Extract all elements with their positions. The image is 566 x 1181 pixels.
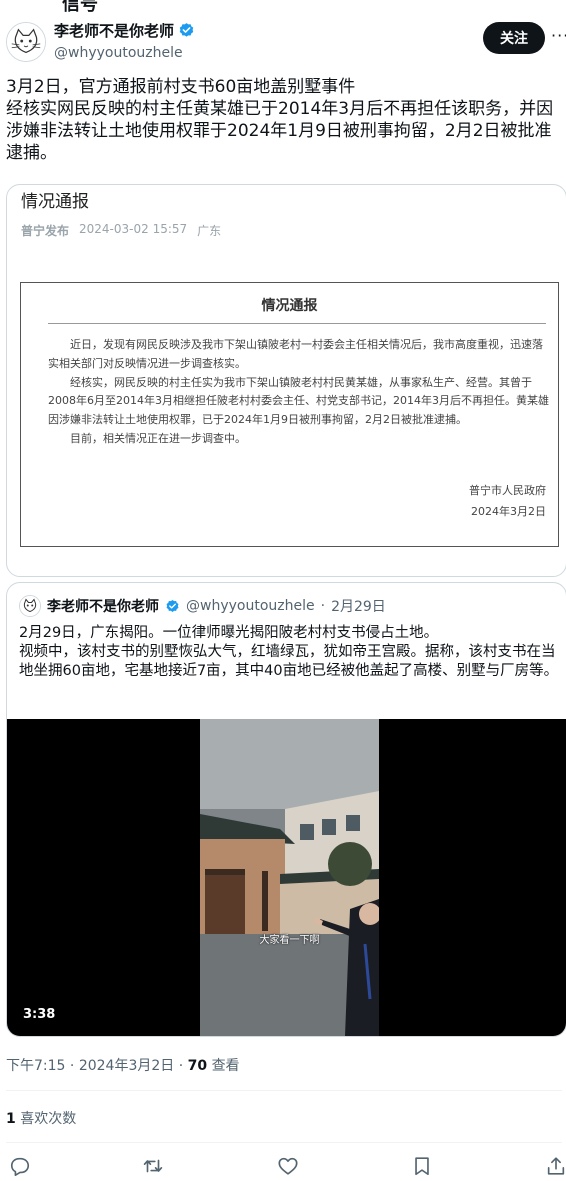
quoted-tweet[interactable]: 李老师不是你老师 @whyyoutouzhele · 2月29日 2月29日，广… (6, 582, 566, 1037)
notice-body: 近日，发现有网民反映涉及我市下架山镇陂老村一村委会主任相关情况后，我市高度重视，… (48, 336, 553, 449)
views-label: 查看 (211, 1058, 240, 1074)
cat-sketch-avatar-icon[interactable] (6, 22, 46, 62)
quoted-date: 2月29日 (331, 599, 386, 615)
bookmark-icon[interactable] (411, 1155, 433, 1177)
divider (6, 1142, 562, 1143)
quoted-dot-separator: · (320, 598, 326, 614)
notice-document-title: 情况通报 (261, 298, 318, 314)
cat-sketch-avatar-icon (19, 595, 41, 617)
quoted-author-handle: @whyyoutouzhele (186, 598, 315, 614)
reply-icon[interactable] (9, 1155, 31, 1177)
meta-separator: · (69, 1058, 79, 1074)
likes-label[interactable]: 喜欢次数 (20, 1111, 76, 1127)
follow-button[interactable]: 关注 (483, 22, 545, 54)
meta-separator: · (178, 1058, 188, 1074)
likes-number[interactable]: 1 (6, 1111, 16, 1127)
video-duration-badge: 3:38 (17, 1005, 62, 1024)
divider (6, 1090, 562, 1091)
notice-sign-date: 2024年3月2日 (471, 505, 546, 518)
notice-signature: 普宁市人民政府 2024年3月2日 (469, 480, 546, 522)
tweet-date[interactable]: 2024年3月2日 (79, 1058, 174, 1074)
video-player[interactable]: 大家看一下啊 3:38 (7, 719, 566, 1036)
quoted-tweet-text: 2月29日，广东揭阳。一位律师曝光揭阳陂老村村支书侵占土地。 视频中，该村支书的… (19, 625, 559, 679)
notice-divider (48, 323, 546, 324)
video-subtitle: 大家看一下啊 (259, 935, 320, 946)
notice-header-title: 情况通报 (21, 192, 89, 212)
view-count: 70 (187, 1058, 208, 1074)
tweet-text: 3月2日，官方通报前村支书60亩地盖别墅事件 经核实网民反映的村主任黄某雄已于2… (6, 77, 554, 163)
share-icon[interactable] (545, 1155, 566, 1177)
quoted-tweet-header: 李老师不是你老师 @whyyoutouzhele · 2月29日 (19, 595, 386, 617)
notice-datetime: 2024-03-02 15:57 (79, 222, 188, 236)
tweet-author[interactable]: 李老师不是你老师 @whyyoutouzhele (54, 20, 195, 61)
like-heart-icon[interactable] (277, 1155, 299, 1177)
quoted-author-name: 李老师不是你老师 (47, 599, 159, 615)
notice-meta: 普宁发布 2024-03-02 15:57 广东 (21, 222, 221, 239)
notice-sign-org: 普宁市人民政府 (469, 484, 546, 497)
tweet-time[interactable]: 下午7:15 (6, 1058, 65, 1074)
verified-badge-icon (179, 23, 194, 37)
notice-paragraph: 近日，发现有网民反映涉及我市下架山镇陂老村一村委会主任相关情况后，我市高度重视，… (48, 338, 543, 370)
notice-source: 普宁发布 (21, 224, 70, 238)
notice-document: 情况通报 近日，发现有网民反映涉及我市下架山镇陂老村一村委会主任相关情况后，我市… (20, 282, 559, 547)
notice-region: 广东 (197, 224, 222, 238)
retweet-icon[interactable] (142, 1155, 164, 1177)
notice-paragraph: 目前，相关情况正在进一步调查中。 (70, 431, 246, 445)
notice-image-card[interactable]: 情况通报 普宁发布 2024-03-02 15:57 广东 情况通报 近日，发现… (6, 184, 566, 577)
video-frame: 大家看一下啊 (200, 719, 379, 1036)
more-options-icon[interactable]: ··· (551, 26, 566, 45)
tweet-timestamp[interactable]: 下午7:15 · 2024年3月2日 · 70 查看 (6, 1055, 240, 1075)
tweet-actions-bar (0, 1155, 566, 1179)
verified-badge-icon (166, 599, 179, 612)
likes-count[interactable]: 1 喜欢次数 (6, 1108, 76, 1128)
notice-paragraph: 经核实，网民反映的村主任实为我市下架山镇陂老村村民黄某雄，从事家私生产、经营。其… (48, 375, 549, 427)
previous-tweet-cut-text: 信号 (62, 0, 98, 15)
author-handle[interactable]: @whyyoutouzhele (54, 45, 195, 61)
author-name[interactable]: 李老师不是你老师 (54, 20, 174, 41)
